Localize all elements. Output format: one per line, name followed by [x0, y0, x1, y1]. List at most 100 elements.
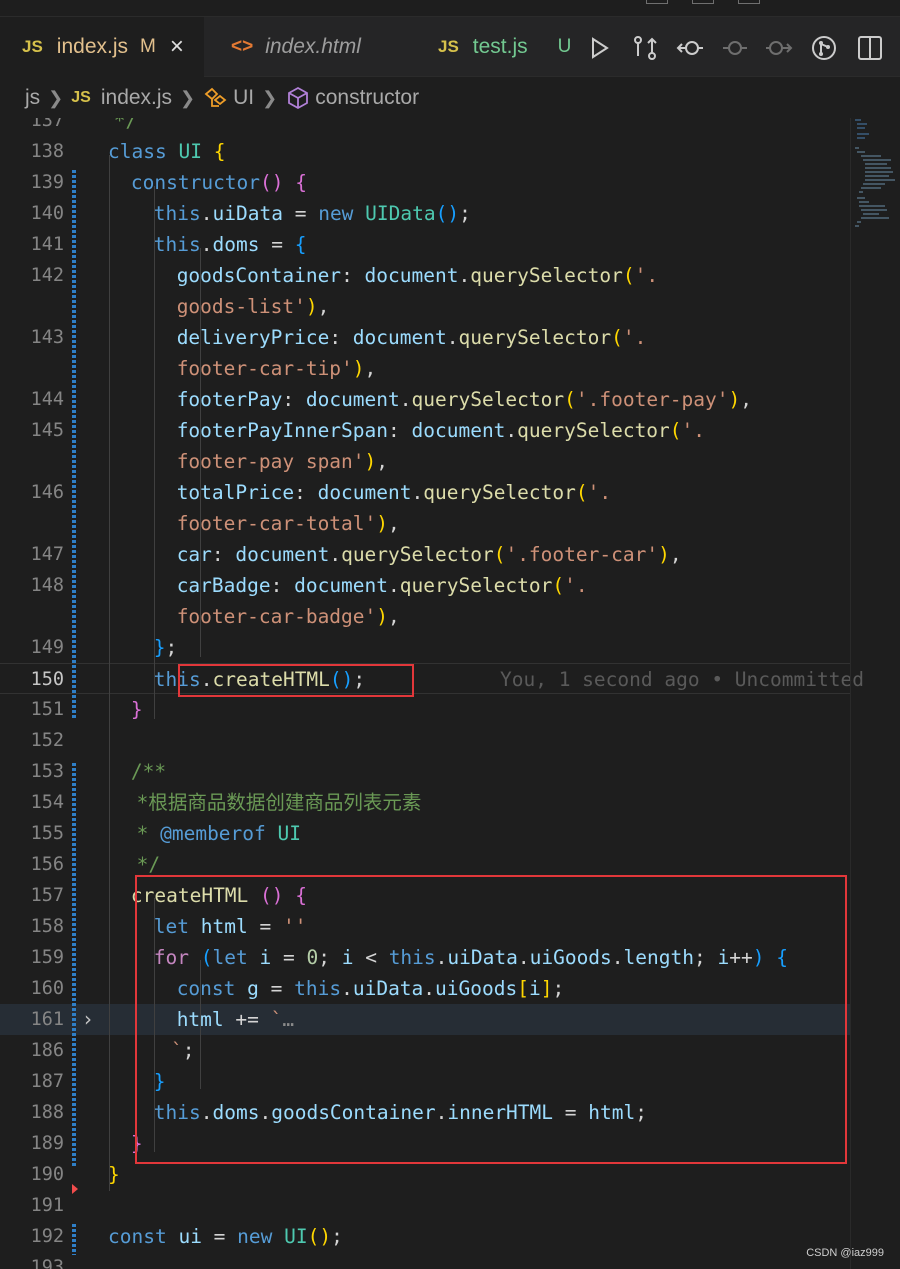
commit-dot-icon[interactable]: [721, 34, 749, 62]
line-number[interactable]: 151: [0, 694, 64, 725]
code-token: querySelector: [411, 388, 565, 411]
line-number[interactable]: 159: [0, 942, 64, 973]
code-token: '.: [564, 574, 588, 597]
code-line[interactable]: 146 totalPrice: document.querySelector('.: [0, 477, 850, 508]
modified-lines-gutter[interactable]: [72, 1224, 76, 1255]
line-number[interactable]: 145: [0, 415, 64, 446]
line-number[interactable]: 149: [0, 632, 64, 663]
line-number[interactable]: 157: [0, 880, 64, 911]
code-token: =: [259, 233, 295, 256]
code-line[interactable]: 154 *根据商品数据创建商品列表元素: [0, 787, 850, 818]
line-number[interactable]: 190: [0, 1159, 64, 1190]
deleted-lines-marker[interactable]: [72, 1184, 78, 1194]
untracked-badge: U: [557, 36, 572, 57]
breadcrumb-method[interactable]: constructor: [315, 86, 419, 110]
line-number[interactable]: 143: [0, 322, 64, 353]
code-line[interactable]: footer-car-tip'),: [0, 353, 850, 384]
code-line[interactable]: 191: [0, 1190, 850, 1221]
modified-lines-gutter[interactable]: [72, 170, 76, 718]
go-forward-icon[interactable]: [765, 34, 793, 62]
line-number[interactable]: 144: [0, 384, 64, 415]
layout-icon[interactable]: [692, 0, 714, 4]
run-icon[interactable]: [585, 34, 613, 62]
line-number[interactable]: 155: [0, 818, 64, 849]
code-line[interactable]: 152: [0, 725, 850, 756]
line-number[interactable]: 189: [0, 1128, 64, 1159]
code-line[interactable]: 144 footerPay: document.querySelector('.f…: [0, 384, 850, 415]
code-line[interactable]: 150 this.createHTML(); You, 1 second ago •…: [0, 663, 864, 695]
code-line[interactable]: footer-car-total'),: [0, 508, 850, 539]
line-number[interactable]: 193: [0, 1252, 64, 1269]
code-line[interactable]: 148 carBadge: document.querySelector('.: [0, 570, 850, 601]
chevron-right-icon[interactable]: ›: [84, 1007, 92, 1031]
close-icon[interactable]: ×: [170, 33, 184, 61]
line-number[interactable]: 138: [0, 136, 64, 167]
compare-changes-icon[interactable]: [631, 34, 659, 62]
code-line[interactable]: 141 this.doms = {: [0, 229, 850, 260]
layout-icon[interactable]: [738, 0, 760, 4]
line-number[interactable]: 187: [0, 1066, 64, 1097]
code-line[interactable]: 145 footerPayInnerSpan: document.querySel…: [0, 415, 850, 446]
breadcrumb-folder[interactable]: js: [25, 86, 40, 110]
code-line[interactable]: 147 car: document.querySelector('.footer-…: [0, 539, 850, 570]
code-token: ): [352, 357, 365, 380]
breadcrumb-class[interactable]: UI: [233, 86, 254, 110]
line-number[interactable]: 192: [0, 1221, 64, 1252]
layout-icon[interactable]: [646, 0, 668, 4]
code-token: document: [352, 326, 447, 349]
code-token: /**: [130, 760, 167, 783]
line-number[interactable]: 150: [0, 664, 64, 695]
code-line[interactable]: goods-list'),: [0, 291, 850, 322]
line-number[interactable]: 154: [0, 787, 64, 818]
line-number[interactable]: 141: [0, 229, 64, 260]
line-number[interactable]: 140: [0, 198, 64, 229]
code-line[interactable]: 138 class UI {: [0, 136, 850, 167]
line-number[interactable]: 158: [0, 911, 64, 942]
line-number[interactable]: 147: [0, 539, 64, 570]
code-line[interactable]: 143 deliveryPrice: document.querySelector…: [0, 322, 850, 353]
code-line[interactable]: 139 constructor() {: [0, 167, 850, 198]
go-back-icon[interactable]: [676, 34, 704, 62]
split-editor-icon[interactable]: [856, 34, 884, 62]
line-number[interactable]: 153: [0, 756, 64, 787]
line-number[interactable]: 148: [0, 570, 64, 601]
line-number[interactable]: 142: [0, 260, 64, 291]
code-token: *: [136, 822, 161, 845]
tab-index-html[interactable]: <> index.html: [205, 17, 410, 77]
line-number[interactable]: 191: [0, 1190, 64, 1221]
code-line[interactable]: 137 */: [0, 118, 850, 136]
code-line[interactable]: 140 this.uiData = new UIData();: [0, 198, 850, 229]
highlight-box-create-method: [135, 875, 847, 1164]
line-number[interactable]: 188: [0, 1097, 64, 1128]
modified-lines-gutter[interactable]: [72, 763, 76, 1166]
code-token: this: [153, 202, 201, 225]
tab-test-js[interactable]: JS test.js U: [411, 17, 576, 77]
breadcrumb-file[interactable]: index.js: [101, 86, 172, 110]
git-graph-icon[interactable]: [810, 34, 838, 62]
line-number[interactable]: 146: [0, 477, 64, 508]
line-number[interactable]: 137: [0, 118, 64, 136]
code-line[interactable]: 153 /**: [0, 756, 850, 787]
code-line[interactable]: footer-pay span'),: [0, 446, 850, 477]
line-number[interactable]: 152: [0, 725, 64, 756]
code-editor[interactable]: 137 */138 class UI {139 constructor() { 140 t…: [0, 118, 900, 1269]
code-line[interactable]: 151}: [0, 694, 850, 725]
tab-index-js[interactable]: JS index.js M ×: [0, 17, 204, 77]
code-token: document: [317, 481, 412, 504]
line-number[interactable]: 160: [0, 973, 64, 1004]
code-token: querySelector: [470, 264, 623, 287]
code-line[interactable]: 149};: [0, 632, 850, 663]
line-number[interactable]: 161: [0, 1004, 64, 1035]
code-line[interactable]: 155 * @memberof UI: [0, 818, 850, 849]
code-line[interactable]: 193: [0, 1252, 850, 1269]
editor-tab-bar: JS index.js M × <> index.html JS test.js…: [0, 17, 900, 77]
line-number[interactable]: 186: [0, 1035, 64, 1066]
code-token: (): [260, 171, 284, 194]
code-line[interactable]: 192 const ui = new UI();: [0, 1221, 850, 1252]
line-number[interactable]: 156: [0, 849, 64, 880]
code-line[interactable]: 142 goodsContainer: document.querySelecto…: [0, 260, 850, 291]
code-line[interactable]: footer-car-badge'),: [0, 601, 850, 632]
code-text: constructor() {: [131, 167, 307, 198]
minimap[interactable]: [850, 118, 900, 1269]
line-number[interactable]: 139: [0, 167, 64, 198]
